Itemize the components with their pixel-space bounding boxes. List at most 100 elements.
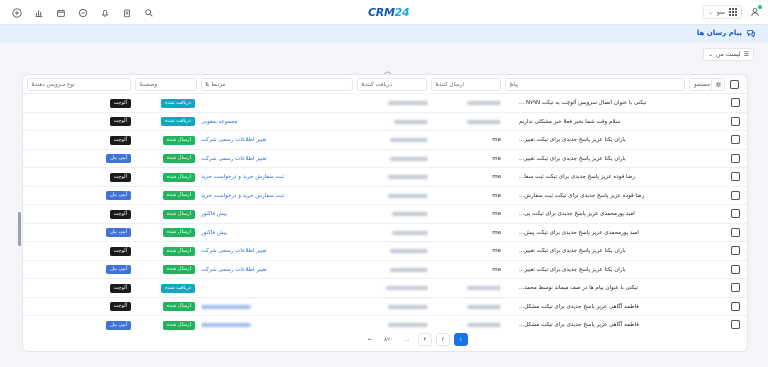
- table-row[interactable]: باران یکتا عزیز پاسخ جدیدی برای تیکت تغی…: [23, 130, 747, 149]
- next-page-arrow-icon[interactable]: ←: [363, 333, 377, 346]
- pagination: ۱ ۲ ۳ ... ۸۲۰ ←: [363, 333, 468, 346]
- sender-cell: me: [492, 137, 501, 143]
- app-logo[interactable]: CRM24: [368, 6, 410, 19]
- table-row[interactable]: رضا قوده عزیز پاسخ جدیدی برای تیکت ثبت س…: [23, 167, 747, 186]
- table-row[interactable]: تیکتی با عنوان اتصال سرویس آلوچت به تیکت…: [23, 93, 747, 112]
- redacted-receiver: [388, 323, 428, 327]
- sender-cell: [441, 113, 501, 131]
- row-checkbox[interactable]: [731, 301, 740, 311]
- column-header-status[interactable]: ⇅ وضعیت: [135, 78, 197, 91]
- message-cell: تیکتی با عنوان اتصال سرویس آلوچت به تیکت…: [519, 100, 647, 106]
- receiver-cell: [358, 150, 428, 168]
- related-link[interactable]: ثبت سفارش خرید و درخواست خرید: [201, 187, 341, 205]
- row-checkbox[interactable]: [731, 246, 740, 255]
- chart-icon[interactable]: [28, 5, 50, 20]
- table-row[interactable]: تیکتی با عنوان پیام ها در صف میماند توسط…: [23, 278, 747, 297]
- message-cell: رضا قوده عزیز پاسخ جدیدی برای تیکت ثبت س…: [519, 174, 635, 180]
- calendar-icon[interactable]: [50, 5, 72, 20]
- search-icon[interactable]: [138, 5, 160, 20]
- related-link: [201, 279, 341, 297]
- related-link[interactable]: پیش فاکتور: [201, 224, 341, 242]
- table-row[interactable]: سلام وقت شما بخیر فعلا خبر مشکلی نداریم م…: [23, 111, 747, 131]
- related-link: [201, 298, 341, 316]
- chat-icon[interactable]: [72, 5, 94, 20]
- sort-icon: ⇅: [361, 82, 366, 88]
- column-header-message[interactable]: ⇅ پیام: [505, 78, 685, 91]
- message-cell: فاطمه آگاهی عزیز پاسخ جدیدی برای تیکت مش…: [519, 303, 639, 310]
- column-header-service-type[interactable]: ⇅ نوع سرویس دهنده: [27, 78, 131, 91]
- service-type-badge: آیپی پنل: [106, 191, 131, 200]
- row-checkbox[interactable]: [731, 209, 740, 218]
- chevron-down-icon: ⌄: [708, 51, 714, 58]
- table-row[interactable]: باران یکتا عزیز پاسخ جدیدی برای تیکت تغی…: [23, 259, 747, 279]
- table-row[interactable]: فاطمه آگاهی عزیز پاسخ جدیدی برای تیکت مش…: [23, 315, 747, 333]
- redacted-receiver: [390, 267, 428, 272]
- related-link[interactable]: مجموعه یعقوبی: [201, 113, 341, 131]
- redacted-sender: [467, 286, 501, 290]
- row-checkbox[interactable]: [731, 153, 740, 163]
- page-button-3[interactable]: ۳: [417, 333, 432, 346]
- row-checkbox[interactable]: [731, 320, 740, 329]
- table-row[interactable]: رضا قوده عزیز پاسخ جدیدی برای تیکت ثبت س…: [23, 185, 747, 205]
- row-checkbox[interactable]: [731, 135, 740, 144]
- service-type-cell: آیپی پنل: [81, 261, 131, 279]
- sender-cell: [441, 279, 501, 297]
- toolbar-icons: [6, 5, 160, 20]
- service-type-cell: آیپی پنل: [81, 187, 131, 205]
- related-link[interactable]: تغییر اطلاعات رسمی شرکت: [201, 261, 341, 279]
- scrollbar-handle[interactable]: [18, 212, 21, 246]
- page-button-last[interactable]: ۸۲۰: [381, 333, 396, 346]
- row-checkbox[interactable]: [731, 116, 740, 126]
- table-settings-button[interactable]: [711, 78, 725, 91]
- related-link[interactable]: تغییر اطلاعات رسمی شرکت: [201, 242, 341, 260]
- online-status-dot: [758, 5, 762, 9]
- receiver-cell: [358, 224, 428, 242]
- sort-icon: ⇅: [139, 82, 144, 88]
- bell-icon[interactable]: [94, 5, 116, 20]
- row-checkbox[interactable]: [731, 190, 740, 200]
- table-row[interactable]: امید پورمحمدی عزیز پاسخ جدیدی برای تیکت …: [23, 204, 747, 223]
- status-badge: ارسال شده: [162, 320, 195, 330]
- column-header-related[interactable]: ⇅ مرتبط با: [201, 78, 353, 91]
- related-link[interactable]: پیش فاکتور: [201, 205, 341, 223]
- table-row[interactable]: فاطمه آگاهی عزیز پاسخ جدیدی برای تیکت مش…: [23, 296, 747, 316]
- app-menu-button[interactable]: ⌄ منو: [702, 5, 742, 19]
- list-filter-button[interactable]: ⌄ لیست من ☰: [703, 48, 754, 61]
- service-type-badge: آیپی پنل: [106, 320, 131, 330]
- related-link: [201, 94, 341, 112]
- row-checkbox[interactable]: [731, 98, 740, 107]
- page-button-1[interactable]: ۱: [453, 333, 468, 346]
- receiver-cell: [358, 205, 428, 223]
- row-checkbox[interactable]: [731, 227, 740, 237]
- row-checkbox[interactable]: [731, 283, 740, 292]
- user-avatar[interactable]: [748, 5, 762, 19]
- receiver-cell: [358, 131, 428, 149]
- receiver-cell: [358, 242, 428, 260]
- row-checkbox[interactable]: [731, 172, 740, 181]
- add-icon[interactable]: [6, 5, 28, 20]
- page-button-2[interactable]: ۲: [435, 333, 450, 346]
- receiver-cell: [358, 113, 428, 131]
- redacted-receiver: [392, 230, 428, 235]
- service-type-badge: آلوچت: [109, 283, 131, 293]
- select-all-checkbox[interactable]: [730, 80, 739, 89]
- table-row[interactable]: باران یکتا عزیز پاسخ جدیدی برای تیکت تغی…: [23, 241, 747, 260]
- message-cell: فاطمه آگاهی عزیز پاسخ جدیدی برای تیکت مش…: [519, 322, 639, 328]
- message-cell: امید پورمحمدی عزیز پاسخ جدیدی برای تیکت …: [519, 211, 635, 217]
- sender-cell: [441, 298, 501, 316]
- column-header-sender[interactable]: ⇅ ارسال کننده: [431, 78, 501, 91]
- redacted-receiver: [390, 138, 428, 142]
- clipboard-icon[interactable]: [116, 5, 138, 20]
- related-link[interactable]: ثبت سفارش خرید و درخواست خرید: [201, 168, 341, 186]
- row-checkbox[interactable]: [731, 264, 740, 274]
- status-badge: دریافت شده: [161, 98, 195, 108]
- table-row[interactable]: امید پورمحمدی عزیز پاسخ جدیدی برای تیکت …: [23, 222, 747, 242]
- receiver-cell: [358, 279, 428, 297]
- redacted-receiver: [388, 175, 428, 179]
- column-header-receiver[interactable]: ⇅ دریافت کننده: [357, 78, 427, 91]
- service-type-cell: آیپی پنل: [81, 150, 131, 168]
- table-row[interactable]: باران یکتا عزیز پاسخ جدیدی برای تیکت تغی…: [23, 148, 747, 168]
- service-type-badge: آلوچت: [109, 209, 131, 219]
- related-link[interactable]: تغییر اطلاعات رسمی شرکت: [201, 150, 341, 168]
- related-link[interactable]: تغییر اطلاعات رسمی شرکت: [201, 131, 341, 149]
